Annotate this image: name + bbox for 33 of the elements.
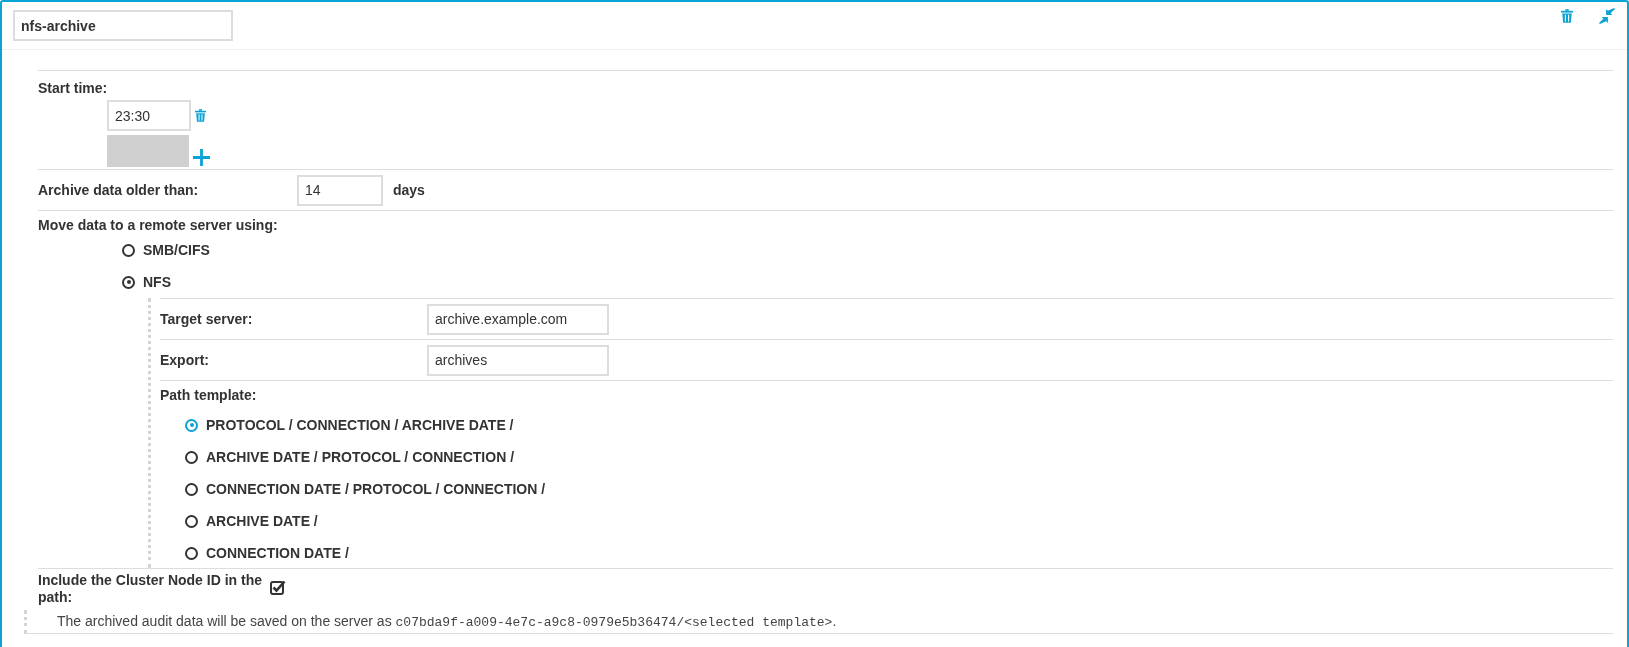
radio-option[interactable]: PROTOCOL / CONNECTION / ARCHIVE DATE / — [185, 416, 1613, 434]
radio-button[interactable] — [122, 275, 135, 289]
radio-option[interactable]: ARCHIVE DATE / — [185, 512, 1613, 530]
field-label: Move data to a remote server using: — [38, 217, 278, 233]
radio-option[interactable]: CONNECTION DATE / PROTOCOL / CONNECTION / — [185, 480, 1613, 498]
field-label: Start time: — [38, 80, 108, 96]
radio-option[interactable]: SMB/CIFS — [122, 241, 1613, 259]
field-label: Export: — [160, 352, 210, 368]
radio-button[interactable] — [185, 418, 198, 432]
name-field[interactable]: nfs-archive — [13, 10, 233, 41]
radio-button[interactable] — [185, 514, 198, 528]
add-icon[interactable] — [193, 149, 210, 166]
radio-button[interactable] — [122, 243, 135, 257]
delete-icon[interactable] — [195, 109, 206, 122]
field-label: Include the Cluster Node ID in the path: — [38, 572, 264, 606]
radio-option[interactable]: NFS — [122, 273, 1613, 291]
radio-option[interactable]: CONNECTION DATE / — [185, 544, 1613, 562]
checkbox[interactable] — [270, 580, 286, 596]
time-field[interactable]: 23:30 — [107, 100, 191, 131]
radio-button[interactable] — [185, 482, 198, 496]
field-label: Archive data older than: — [38, 182, 200, 198]
unit-label: days — [393, 182, 425, 198]
collapse-icon[interactable] — [1599, 7, 1615, 24]
text-field[interactable]: archive.example.com — [427, 303, 609, 335]
storage-path-note: The archived audit data will be saved on the server as c07bda9f-a009-4e7c-a9c8-0979e5b36474/<selected template>. — [57, 613, 838, 630]
radio-button[interactable] — [185, 450, 198, 464]
field-label: Target server: — [160, 311, 254, 327]
age-field[interactable]: 14 — [297, 174, 383, 206]
radio-option[interactable]: ARCHIVE DATE / PROTOCOL / CONNECTION / — [185, 448, 1613, 466]
text-field[interactable]: archives — [427, 344, 609, 376]
radio-button[interactable] — [185, 546, 198, 560]
field-label: Path template: — [160, 387, 257, 403]
delete-icon[interactable] — [1561, 8, 1573, 23]
